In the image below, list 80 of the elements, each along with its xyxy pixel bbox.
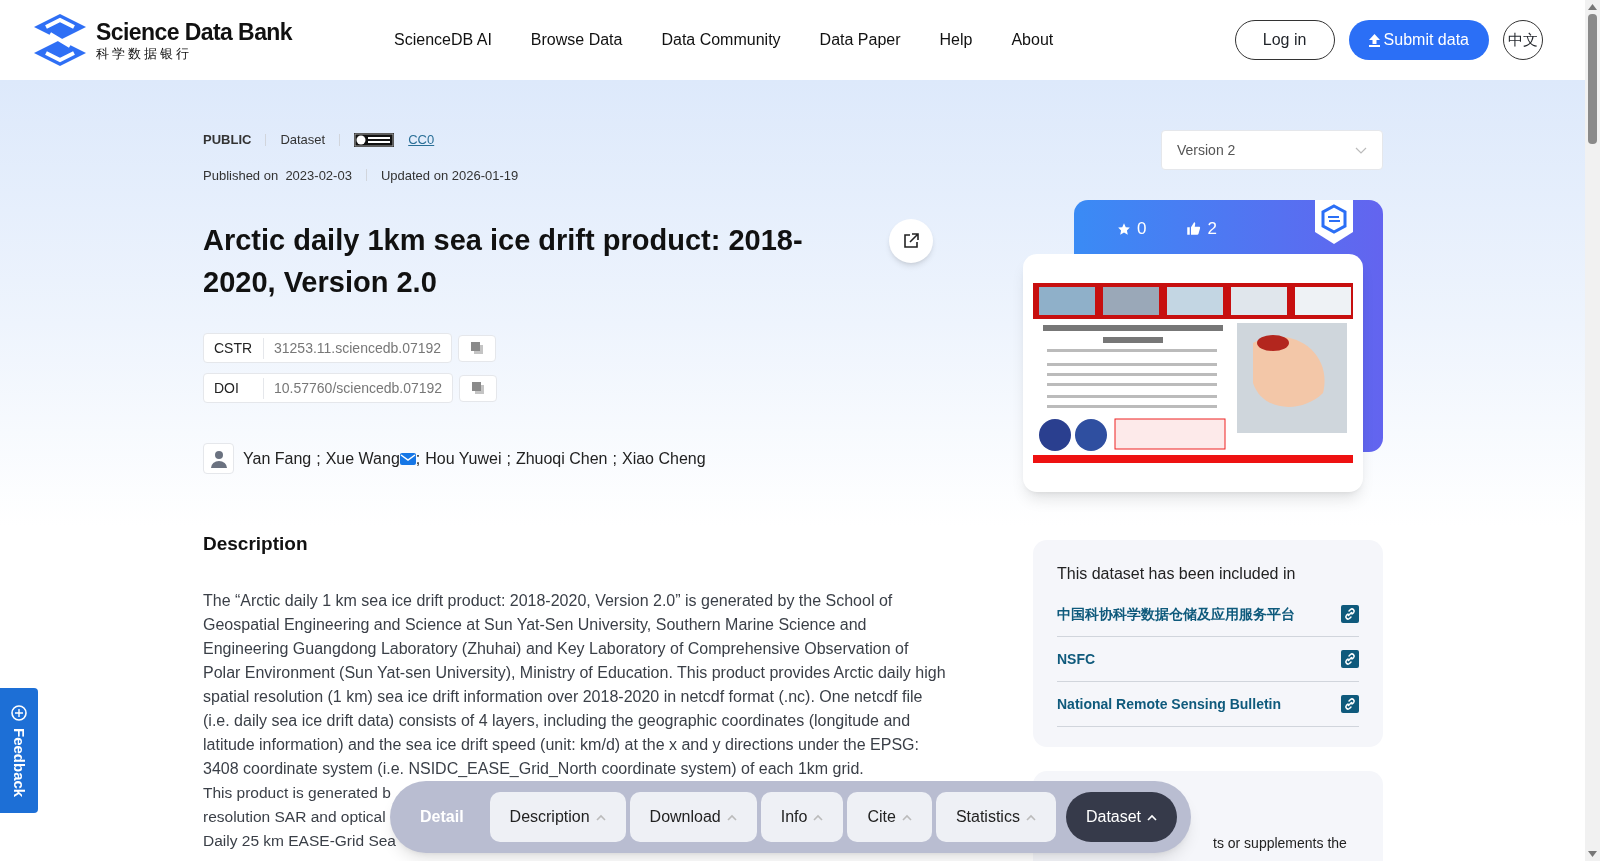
collection-link[interactable]: National Remote Sensing Bulletin xyxy=(1057,693,1282,715)
identifier-label: CSTR xyxy=(214,337,264,359)
copy-icon xyxy=(470,341,485,355)
shield-badge-icon xyxy=(1315,200,1353,244)
identifier-label: DOI xyxy=(214,377,264,399)
scrollbar-thumb[interactable] xyxy=(1588,14,1597,144)
copy-button[interactable] xyxy=(458,334,497,362)
description-text: resolution SAR and optical xyxy=(203,806,386,827)
author-name[interactable]: Xue Wang xyxy=(325,446,400,471)
chevron-down-icon xyxy=(1355,146,1367,154)
related-text: ts or supplements the xyxy=(1213,835,1347,851)
section-tab[interactable]: Statistics xyxy=(935,792,1056,842)
author-separator: ; xyxy=(506,448,511,469)
language-button[interactable]: 中文 xyxy=(1503,20,1543,60)
section-tab[interactable]: Description xyxy=(489,792,626,842)
updated-date: Updated on 2026-01-19 xyxy=(380,166,519,185)
included-heading: This dataset has been included in xyxy=(1057,565,1296,582)
scroll-down-icon[interactable] xyxy=(1588,851,1597,857)
person-icon xyxy=(210,449,227,468)
logo-icon xyxy=(32,12,88,68)
section-tab[interactable]: Download xyxy=(629,792,757,842)
scrollbar[interactable] xyxy=(1585,0,1600,861)
section-tab[interactable]: Dataset xyxy=(1065,792,1178,842)
caret-icon xyxy=(813,813,824,821)
version-value: Version 2 xyxy=(1177,140,1236,160)
identifier-value: 31253.11.sciencedb.07192 xyxy=(274,338,442,358)
nav-link[interactable]: ScienceDB AI xyxy=(394,28,492,52)
thumbs-up-icon xyxy=(1186,221,1202,237)
author-name[interactable]: Hou Yuwei xyxy=(425,446,502,471)
author-separator: ; xyxy=(612,448,617,469)
access-label: PUBLIC xyxy=(203,131,252,149)
identifier-value: 10.57760/sciencedb.07192 xyxy=(274,378,443,398)
nav-link[interactable]: About xyxy=(1011,28,1054,52)
scroll-up-icon[interactable] xyxy=(1588,4,1597,10)
nav-link[interactable]: Data Paper xyxy=(819,28,901,52)
section-tab[interactable]: Cite xyxy=(847,792,932,842)
logo-title: Science Data Bank xyxy=(96,17,293,47)
share-button[interactable] xyxy=(889,219,933,263)
star-count: 0 xyxy=(1137,218,1147,240)
copy-button[interactable] xyxy=(459,374,498,402)
like-count: 2 xyxy=(1207,218,1217,240)
caret-icon xyxy=(1025,813,1036,821)
link-icon[interactable] xyxy=(1341,695,1359,713)
author-name[interactable]: Yan Fang xyxy=(243,446,312,471)
caret-icon xyxy=(901,813,912,821)
description-paragraph: The “Arctic daily 1 km sea ice drift product: 2018-2020, Version 2.0” is generated by the School of Geospatial Engineering and Science at Sun Yat-Sen University, Southern Marine Science and Engineering Guangdong Laboratory (Zhuhai) and Key Laboratory of Comprehensive Observation of Polar Environment (Sun Yat-sen University), Ministry of Education. This product provides Arctic daily high spatial resolution (1 km) sea ice drift information over 2018-2020 in netcdf format (.nc). One netcdf file (i.e. daily sea ice drift data) consists of 4 layers, including the geographic coordinates (longitude and latitude information) and the sea ice drift speed (unit: km/d) at the x and y directions under the EPSG: 3408 coordinate system (i.e. NSIDC_EASE_Grid_North coordinate system) of each 1km grid. xyxy=(203,590,947,779)
section-heading: Description xyxy=(203,532,309,556)
section-tab[interactable]: Info xyxy=(760,792,844,842)
collection-link[interactable]: NSFC xyxy=(1057,648,1096,670)
description-text: Daily 25 km EASE-Grid Sea xyxy=(203,830,396,851)
email-icon[interactable] xyxy=(399,452,416,465)
external-link-icon xyxy=(902,232,920,250)
link-icon[interactable] xyxy=(1341,605,1359,623)
star-icon xyxy=(1117,221,1131,236)
author-name[interactable]: Zhuoqi Chen xyxy=(515,446,608,471)
published-date: Published on 2023-02-03 xyxy=(203,166,352,185)
caret-icon xyxy=(1147,813,1158,821)
nav-link[interactable]: Browse Data xyxy=(530,28,623,52)
author-separator: ; xyxy=(316,448,321,469)
section-nav-label: Detail xyxy=(419,807,465,827)
license-link[interactable]: CC0 xyxy=(408,130,435,150)
license-badge-icon xyxy=(354,132,395,147)
author-name[interactable]: Xiao Cheng xyxy=(621,446,706,471)
logo-subtitle: 科学数据银行 xyxy=(96,46,193,63)
nav-link[interactable]: Data Community xyxy=(661,28,781,52)
feedback-tab[interactable]: Feedback xyxy=(0,688,38,813)
caret-icon xyxy=(595,813,606,821)
login-button[interactable]: Log in xyxy=(1234,20,1335,60)
submit-data-button[interactable]: Submit data xyxy=(1348,20,1489,60)
nav-link[interactable]: Help xyxy=(939,28,973,52)
dataset-title: Arctic daily 1km sea ice drift product: 2018-2020, Version 2.0 xyxy=(203,223,804,300)
upload-icon xyxy=(1368,33,1380,47)
link-icon[interactable] xyxy=(1341,650,1359,668)
type-label: Dataset xyxy=(280,131,326,149)
version-select[interactable]: Version 2 xyxy=(1161,130,1383,170)
collection-link[interactable]: 中国科协科学数据仓储及应用服务平台 xyxy=(1057,603,1295,625)
copy-icon xyxy=(471,381,486,395)
caret-icon xyxy=(726,813,737,821)
author-separator: ; xyxy=(415,448,421,469)
description-text: This product is generated b xyxy=(203,782,391,803)
